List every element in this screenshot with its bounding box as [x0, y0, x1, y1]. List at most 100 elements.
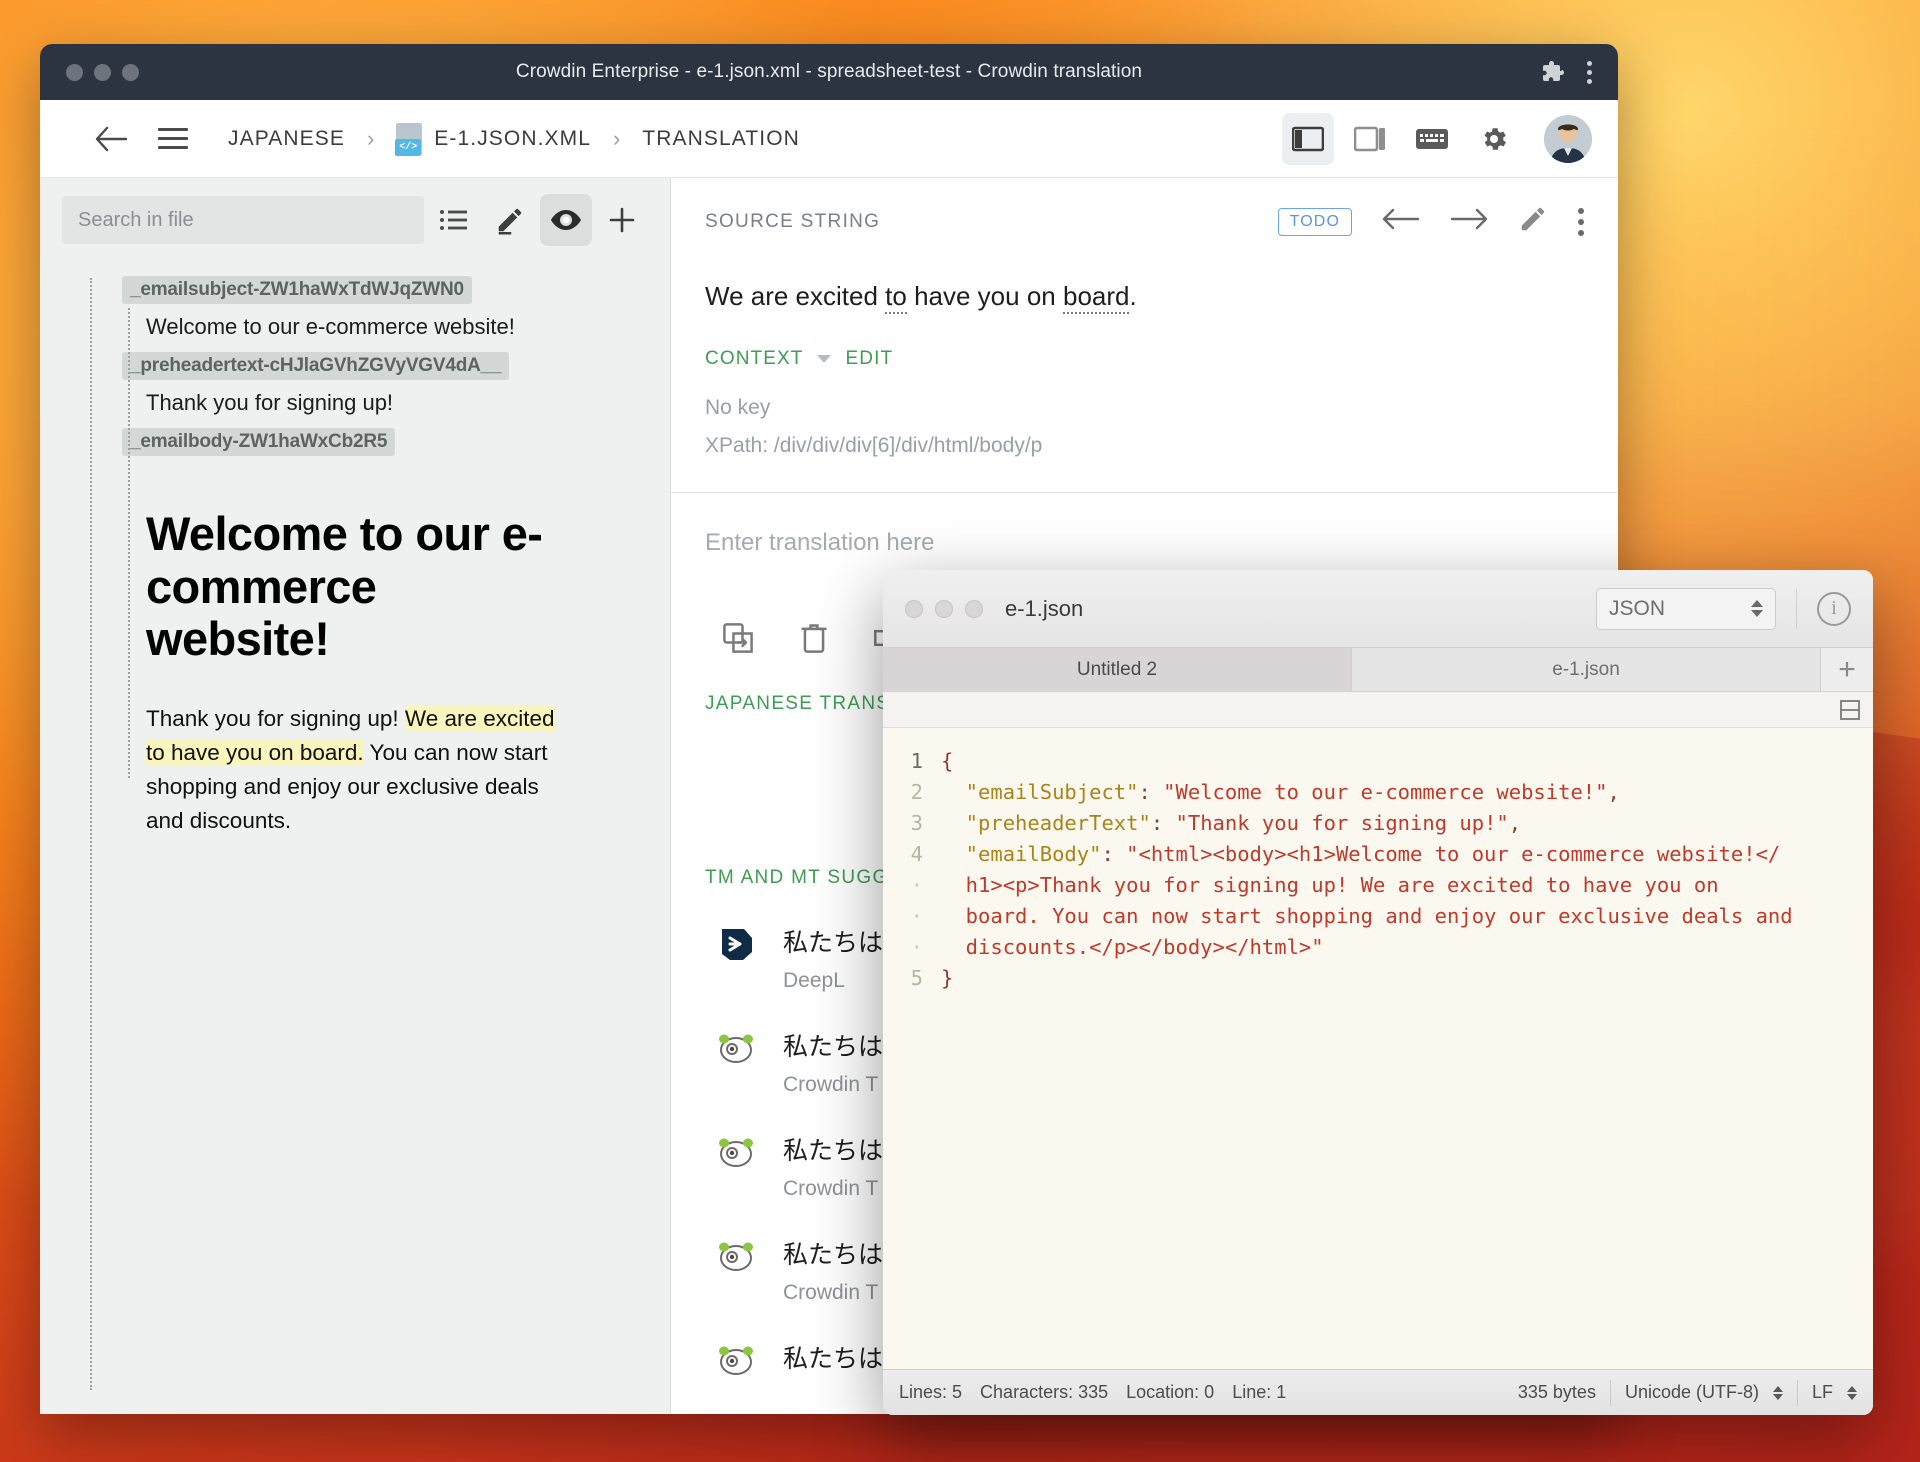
add-icon[interactable]: [596, 194, 648, 246]
maximize-button[interactable]: [965, 599, 983, 618]
minimize-button[interactable]: [94, 63, 111, 81]
code-line: · h1><p>Thank you for signing up! We are…: [883, 870, 1873, 901]
edit-string-icon[interactable]: [1518, 204, 1548, 239]
breadcrumb-separator: ›: [366, 125, 375, 151]
crowdin-icon: [715, 1131, 757, 1173]
menu-icon[interactable]: [158, 128, 188, 149]
crowdin-icon: [715, 1339, 757, 1381]
chevron-updown-icon[interactable]: [1751, 600, 1763, 617]
context-edit-link[interactable]: EDIT: [845, 348, 893, 370]
browser-menu-icon[interactable]: [1587, 60, 1592, 84]
back-arrow-icon[interactable]: [94, 126, 128, 152]
search-input[interactable]: [62, 196, 424, 244]
copy-source-icon[interactable]: [721, 621, 755, 660]
gear-icon[interactable]: [1468, 113, 1520, 165]
src-part-underlined: board: [1062, 281, 1130, 314]
layout-split-icon[interactable]: [1282, 112, 1334, 165]
line-number: 2: [910, 780, 923, 804]
suggestion-source: Crowdin T: [783, 1281, 879, 1305]
string-menu-icon[interactable]: [1578, 207, 1584, 236]
suggestion-text: 私たちは: [783, 1137, 884, 1166]
extensions-icon[interactable]: [1541, 60, 1565, 84]
breadcrumb-file-label: E-1.JSON.XML: [434, 126, 592, 150]
paragraph-before: Thank you for signing up!: [146, 705, 405, 731]
close-button[interactable]: [905, 599, 923, 618]
line-number: 4: [910, 842, 923, 866]
status-line: Line: 1: [1232, 1382, 1287, 1402]
code-text: discounts.</p></body></html>": [941, 935, 1324, 959]
encoding-stepper-icon[interactable]: [1772, 1385, 1783, 1400]
new-tab-button[interactable]: +: [1821, 648, 1873, 691]
json-window-controls[interactable]: [905, 599, 983, 618]
code-text: "preheaderText": "Thank you for signing …: [941, 811, 1522, 835]
code-text: h1><p>Thank you for signing up! We are e…: [941, 873, 1719, 897]
json-titlebar: e-1.json JSON i: [883, 570, 1873, 648]
close-button[interactable]: [66, 63, 83, 81]
language-select[interactable]: JSON: [1596, 587, 1776, 630]
json-subbar: [883, 692, 1873, 728]
status-characters: Characters: 335: [980, 1382, 1109, 1402]
line-number: 3: [910, 811, 923, 835]
code-text: }: [941, 966, 954, 990]
keyboard-icon[interactable]: [1406, 113, 1458, 165]
code-line: 1{: [883, 746, 1873, 777]
json-status-bar: Lines: 5 Characters: 335 Location: 0 Lin…: [883, 1369, 1873, 1415]
divider: [1796, 588, 1797, 629]
tab-untitled-2[interactable]: Untitled 2: [883, 648, 1352, 691]
context-key: No key: [705, 396, 771, 420]
suggestion-text: 私たちは: [783, 1033, 884, 1062]
delete-icon[interactable]: [799, 621, 829, 660]
json-tab-bar: Untitled 2 e-1.json +: [883, 648, 1873, 692]
layout-single-icon[interactable]: [1344, 113, 1396, 165]
list-view-icon[interactable]: [428, 194, 480, 246]
avatar[interactable]: [1544, 114, 1592, 163]
src-part: We are excited: [705, 281, 886, 311]
minimize-button[interactable]: [935, 599, 953, 618]
file-code-icon: </>: [395, 122, 423, 156]
line-ending-stepper-icon[interactable]: [1847, 1385, 1857, 1400]
preview-heading: Welcome to our e-commerce website!: [146, 507, 543, 666]
json-code-area[interactable]: 1{2 "emailSubject": "Welcome to our e-co…: [883, 728, 1873, 1369]
breadcrumb-file[interactable]: </> E-1.JSON.XML: [395, 122, 592, 156]
source-string-label: SOURCE STRING: [705, 210, 881, 232]
src-part-underlined: to: [885, 281, 907, 314]
breadcrumb-language[interactable]: JAPANESE: [228, 127, 345, 151]
file-tag-label: </>: [395, 138, 422, 156]
status-encoding[interactable]: Unicode (UTF-8): [1625, 1382, 1759, 1403]
segment-text[interactable]: Thank you for signing up!: [146, 390, 670, 416]
code-text: board. You can now start shopping and en…: [941, 904, 1793, 928]
segment-rail: [90, 278, 92, 1390]
split-view-icon[interactable]: [1839, 699, 1861, 721]
segment-key: _emailsubject-ZW1haWxTdWJqZWN0: [122, 276, 472, 304]
code-line: 2 "emailSubject": "Welcome to our e-comm…: [883, 777, 1873, 808]
context-toggle[interactable]: CONTEXT: [705, 348, 803, 370]
code-text: "emailSubject": "Welcome to our e-commer…: [941, 780, 1620, 804]
window-controls[interactable]: [66, 63, 139, 81]
chevron-down-icon[interactable]: [817, 355, 832, 364]
previous-string-icon[interactable]: [1382, 207, 1420, 236]
context-row: CONTEXT EDIT: [671, 314, 1618, 370]
line-number: ·: [910, 904, 923, 928]
json-filename: e-1.json: [1005, 595, 1084, 621]
maximize-button[interactable]: [122, 63, 139, 81]
crowdin-icon: [715, 1235, 757, 1277]
edit-icon[interactable]: [484, 194, 536, 246]
info-icon[interactable]: i: [1817, 591, 1851, 626]
source-string-header: SOURCE STRING TODO: [671, 178, 1618, 239]
status-line-ending[interactable]: LF: [1812, 1382, 1833, 1403]
next-string-icon[interactable]: [1450, 207, 1488, 236]
preview-content[interactable]: _emailsubject-ZW1haWxTdWJqZWN0 Welcome t…: [40, 256, 670, 1414]
code-line: 3 "preheaderText": "Thank you for signin…: [883, 808, 1873, 839]
crowdin-icon: [715, 1027, 757, 1069]
breadcrumb-section[interactable]: TRANSLATION: [642, 127, 800, 151]
code-text: {: [941, 749, 954, 773]
status-badge[interactable]: TODO: [1277, 207, 1352, 236]
preview-paragraph[interactable]: Thank you for signing up! We are excited…: [146, 702, 564, 839]
divider: [1609, 1379, 1611, 1406]
suggestion-text: 私たちは.: [783, 929, 890, 958]
status-lines: Lines: 5: [899, 1382, 963, 1402]
tab-e1-json[interactable]: e-1.json: [1352, 648, 1821, 691]
segment-text[interactable]: Welcome to our e-commerce website!: [146, 314, 670, 340]
preview-icon[interactable]: [540, 194, 592, 246]
language-select-value: JSON: [1609, 596, 1666, 620]
